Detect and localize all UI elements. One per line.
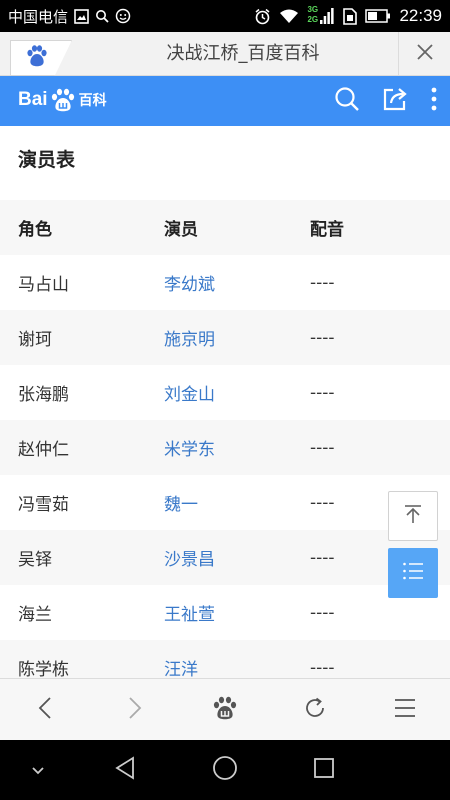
share-button[interactable] bbox=[382, 86, 408, 116]
page-content[interactable]: 演员表 角色 演员 配音 马占山 李幼斌 ---- 谢珂 施京明 ---- 张海… bbox=[0, 126, 450, 678]
column-header-role: 角色 bbox=[18, 220, 52, 240]
table-row: 冯雪茹 魏一 ---- bbox=[0, 475, 450, 530]
nav-back-icon bbox=[114, 756, 136, 784]
tab-thumbnail[interactable] bbox=[10, 40, 72, 76]
forward-icon bbox=[128, 696, 142, 724]
cast-table: 角色 演员 配音 马占山 李幼斌 ---- 谢珂 施京明 ---- 张海鹏 刘金… bbox=[0, 200, 450, 678]
table-row: 马占山 李幼斌 ---- bbox=[0, 255, 450, 310]
baidu-paw-logo-icon bbox=[50, 88, 76, 112]
section-title: 演员表 bbox=[18, 149, 76, 171]
baidu-baike-logo[interactable]: Bai 百科 bbox=[18, 88, 107, 112]
table-row: 赵仲仁 米学东 ---- bbox=[0, 420, 450, 475]
nav-home-icon bbox=[212, 755, 238, 785]
role-cell: 陈学栋 bbox=[18, 660, 69, 678]
more-button[interactable] bbox=[430, 86, 438, 116]
baidu-paw-favicon-icon bbox=[25, 45, 49, 71]
back-icon bbox=[38, 696, 52, 724]
actor-link[interactable]: 施京明 bbox=[164, 310, 310, 365]
baidu-home-button[interactable] bbox=[195, 685, 255, 735]
actor-link[interactable]: 刘金山 bbox=[164, 365, 310, 420]
app-notification-icon bbox=[115, 8, 131, 24]
back-to-top-icon bbox=[402, 503, 424, 529]
table-row: 谢珂 施京明 ---- bbox=[0, 310, 450, 365]
carrier-label: 中国电信 bbox=[8, 7, 69, 26]
share-icon bbox=[382, 88, 408, 116]
nav-back-button[interactable] bbox=[95, 740, 155, 800]
role-cell: 马占山 bbox=[18, 275, 69, 295]
signal-icon: 3G 2G bbox=[307, 5, 335, 26]
sim-card-icon bbox=[343, 7, 358, 25]
refresh-icon bbox=[303, 696, 327, 724]
nav-home-button[interactable] bbox=[195, 740, 255, 800]
toc-list-icon bbox=[402, 561, 424, 585]
voice-cell: ---- bbox=[310, 272, 335, 293]
tab-title: 决战江桥_百度百科 bbox=[166, 43, 320, 64]
wifi-icon bbox=[279, 8, 299, 24]
browser-toolbar bbox=[0, 678, 450, 740]
back-to-top-button[interactable] bbox=[388, 491, 438, 541]
table-header-row: 角色 演员 配音 bbox=[0, 200, 450, 255]
baidu-paw-icon bbox=[212, 696, 238, 724]
baike-header: Bai 百科 bbox=[0, 76, 450, 126]
column-header-voice: 配音 bbox=[310, 220, 344, 240]
forward-button[interactable] bbox=[105, 685, 165, 735]
voice-cell: ---- bbox=[310, 437, 335, 458]
table-row: 吴铎 沙景昌 ---- bbox=[0, 530, 450, 585]
table-row: 陈学栋 汪洋 ---- bbox=[0, 640, 450, 678]
close-icon bbox=[416, 43, 434, 65]
actor-link[interactable]: 王祉萱 bbox=[164, 585, 310, 640]
table-row: 张海鹏 刘金山 ---- bbox=[0, 365, 450, 420]
search-notification-icon bbox=[95, 9, 109, 23]
voice-cell: ---- bbox=[310, 657, 335, 678]
actor-link[interactable]: 沙景昌 bbox=[164, 530, 310, 585]
actor-link[interactable]: 李幼斌 bbox=[164, 255, 310, 310]
voice-cell: ---- bbox=[310, 382, 335, 403]
more-vertical-icon bbox=[430, 87, 438, 116]
role-cell: 吴铎 bbox=[18, 550, 52, 570]
signal-label-2g: 2G bbox=[307, 15, 319, 24]
menu-icon bbox=[393, 698, 417, 722]
column-header-actor: 演员 bbox=[164, 220, 198, 240]
logo-text-bai: Bai bbox=[18, 89, 48, 110]
role-cell: 冯雪茹 bbox=[18, 495, 69, 515]
logo-text-baike: 百科 bbox=[78, 93, 107, 109]
status-time: 22:39 bbox=[399, 6, 442, 25]
actor-link[interactable]: 魏一 bbox=[164, 475, 310, 530]
chevron-down-icon bbox=[31, 761, 45, 780]
back-button[interactable] bbox=[15, 685, 75, 735]
signal-label-3g: 3G bbox=[307, 5, 319, 14]
android-nav-bar bbox=[0, 740, 450, 800]
actor-link[interactable]: 米学东 bbox=[164, 420, 310, 475]
search-button[interactable] bbox=[334, 86, 360, 116]
battery-icon bbox=[365, 9, 391, 23]
hide-nav-button[interactable] bbox=[8, 740, 68, 800]
search-icon bbox=[334, 87, 360, 116]
nav-recents-button[interactable] bbox=[294, 740, 354, 800]
gallery-notification-icon bbox=[74, 8, 89, 24]
alarm-icon bbox=[254, 8, 271, 25]
table-of-contents-button[interactable] bbox=[388, 548, 438, 598]
nav-recents-icon bbox=[313, 757, 335, 783]
table-row: 海兰 王祉萱 ---- bbox=[0, 585, 450, 640]
role-cell: 海兰 bbox=[18, 605, 52, 625]
role-cell: 张海鹏 bbox=[18, 385, 69, 405]
role-cell: 谢珂 bbox=[18, 330, 52, 350]
status-bar: 中国电信 3G 2G 22:39 bbox=[0, 0, 450, 32]
actor-link[interactable]: 汪洋 bbox=[164, 640, 310, 678]
close-tab-button[interactable] bbox=[398, 32, 450, 76]
browser-menu-button[interactable] bbox=[375, 685, 435, 735]
role-cell: 赵仲仁 bbox=[18, 440, 69, 460]
browser-tab-bar: 决战江桥_百度百科 bbox=[0, 32, 450, 76]
refresh-button[interactable] bbox=[285, 685, 345, 735]
voice-cell: ---- bbox=[310, 327, 335, 348]
